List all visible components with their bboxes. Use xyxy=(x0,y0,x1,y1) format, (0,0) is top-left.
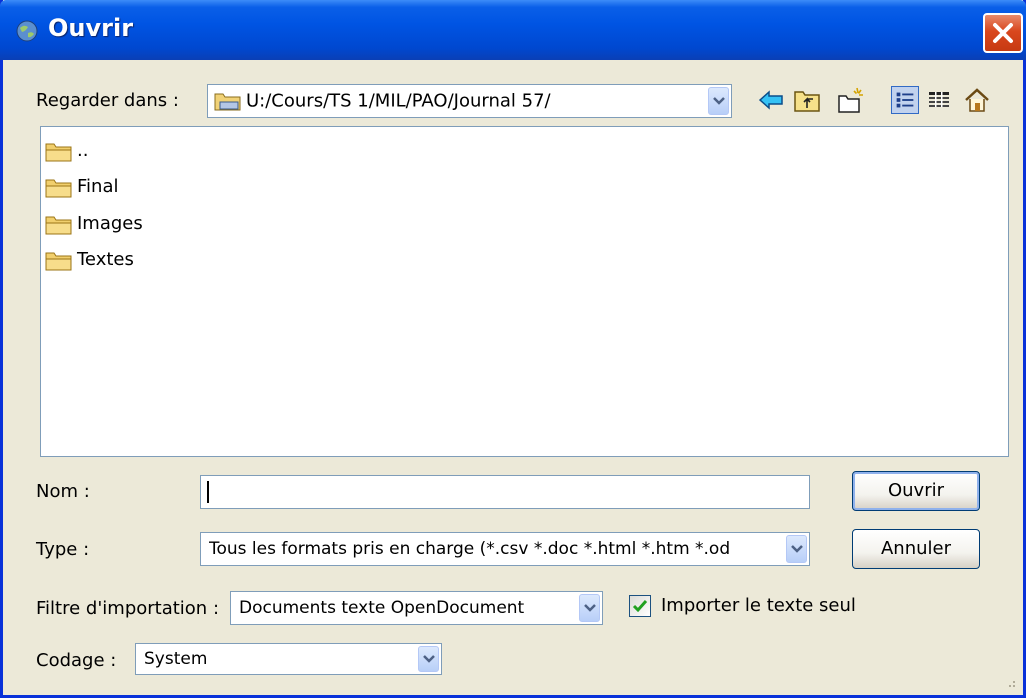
chevron-down-icon xyxy=(584,604,596,612)
folder-icon xyxy=(214,93,241,111)
close-button[interactable] xyxy=(983,13,1023,53)
folder-icon xyxy=(45,252,72,271)
filename-input[interactable] xyxy=(200,475,810,509)
encoding-combo[interactable]: System xyxy=(135,643,442,675)
type-value: Tous les formats pris en charge (*.csv *… xyxy=(209,539,731,559)
file-name: .. xyxy=(77,140,89,161)
chevron-down-icon xyxy=(713,97,725,105)
lookin-dropdown-button[interactable] xyxy=(708,87,729,115)
folder-icon xyxy=(45,143,72,162)
file-name: Final xyxy=(77,176,119,197)
lookin-label: Regarder dans : xyxy=(36,90,179,111)
file-name: Textes xyxy=(77,249,134,270)
dialog-title: Ouvrir xyxy=(48,14,134,42)
encoding-dropdown-button[interactable] xyxy=(418,646,439,672)
chevron-down-icon xyxy=(791,545,803,553)
cancel-button[interactable]: Annuler xyxy=(852,529,980,569)
filter-label: Filtre d'importation : xyxy=(36,598,220,619)
file-list[interactable]: .. Final Images Textes xyxy=(40,126,1009,457)
checkmark-icon xyxy=(632,600,648,613)
filter-value: Documents texte OpenDocument xyxy=(239,598,525,618)
title-bar[interactable]: Ouvrir xyxy=(0,0,1026,60)
globe-icon xyxy=(16,20,38,42)
folder-icon xyxy=(45,216,72,235)
open-button[interactable]: Ouvrir xyxy=(852,471,980,511)
lookin-combo[interactable]: U:/Cours/TS 1/MIL/PAO/Journal 57/ xyxy=(207,84,732,118)
import-text-only-label[interactable]: Importer le texte seul xyxy=(661,595,856,616)
new-folder-icon[interactable] xyxy=(837,86,865,114)
folder-icon xyxy=(45,179,72,198)
type-dropdown-button[interactable] xyxy=(786,535,807,563)
filter-combo[interactable]: Documents texte OpenDocument xyxy=(230,591,603,625)
encoding-label: Codage : xyxy=(36,650,117,671)
chevron-down-icon xyxy=(423,655,435,663)
name-label: Nom : xyxy=(36,481,90,502)
lookin-path: U:/Cours/TS 1/MIL/PAO/Journal 57/ xyxy=(246,90,551,112)
type-combo[interactable]: Tous les formats pris en charge (*.csv *… xyxy=(200,532,810,566)
filter-dropdown-button[interactable] xyxy=(579,594,600,622)
file-name: Images xyxy=(77,213,143,234)
type-label: Type : xyxy=(36,539,90,560)
close-icon xyxy=(993,23,1013,43)
text-caret xyxy=(207,481,209,503)
details-view-icon[interactable] xyxy=(925,86,953,114)
back-arrow-icon[interactable] xyxy=(757,86,785,114)
list-view-icon[interactable] xyxy=(891,86,919,114)
resize-grip-icon[interactable] xyxy=(1003,675,1017,689)
up-folder-icon[interactable] xyxy=(793,86,821,114)
encoding-value: System xyxy=(144,649,208,669)
open-dialog: Ouvrir Regarder dans : U:/Cours/TS 1/MIL… xyxy=(0,0,1026,698)
import-text-only-checkbox[interactable] xyxy=(629,595,651,617)
home-icon[interactable] xyxy=(963,86,991,114)
